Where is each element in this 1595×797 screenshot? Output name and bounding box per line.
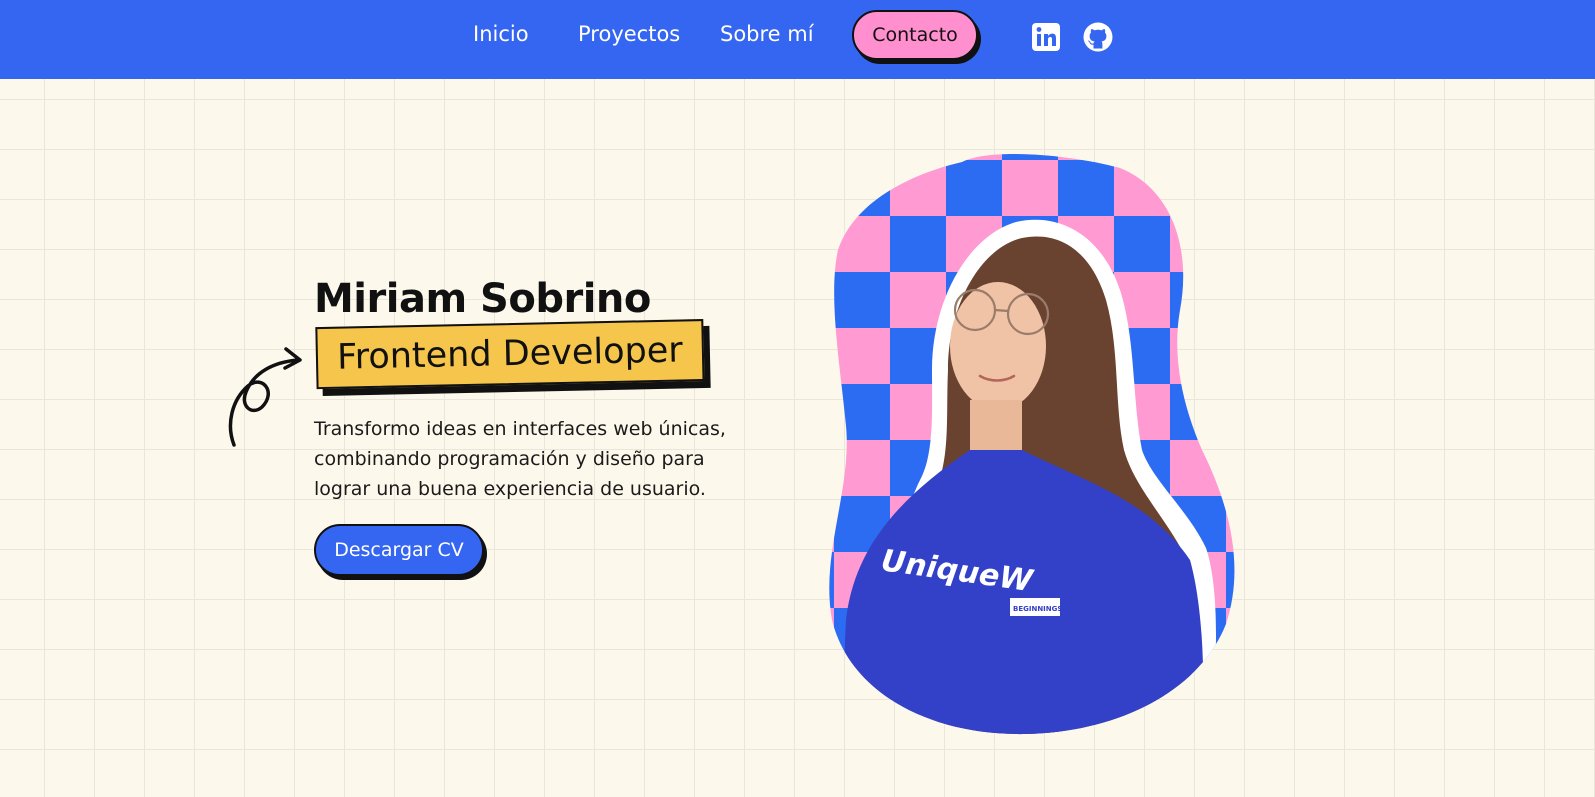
sweatshirt-badge-text: BEGINNINGS [1013,605,1062,613]
linkedin-icon[interactable] [1031,22,1061,52]
arrow-doodle-icon [228,347,302,447]
nav-link-proyectos[interactable]: Proyectos [578,22,680,46]
profile-portrait: UniqueW BEGINNINGS [820,150,1260,754]
contact-button[interactable]: Contacto [852,10,978,60]
role-badge: Frontend Developer [315,319,712,397]
hero-description: Transformo ideas en interfaces web única… [314,418,726,500]
download-cv-button[interactable]: Descargar CV [314,524,484,576]
navbar: Inicio Proyectos Sobre mí Contacto [0,0,1595,79]
nav-link-sobre-mi[interactable]: Sobre mí [720,22,814,46]
hero-name: Miriam Sobrino [314,276,651,322]
nav-link-inicio[interactable]: Inicio [473,22,529,46]
github-icon[interactable] [1083,22,1113,52]
role-title: Frontend Developer [315,319,705,390]
